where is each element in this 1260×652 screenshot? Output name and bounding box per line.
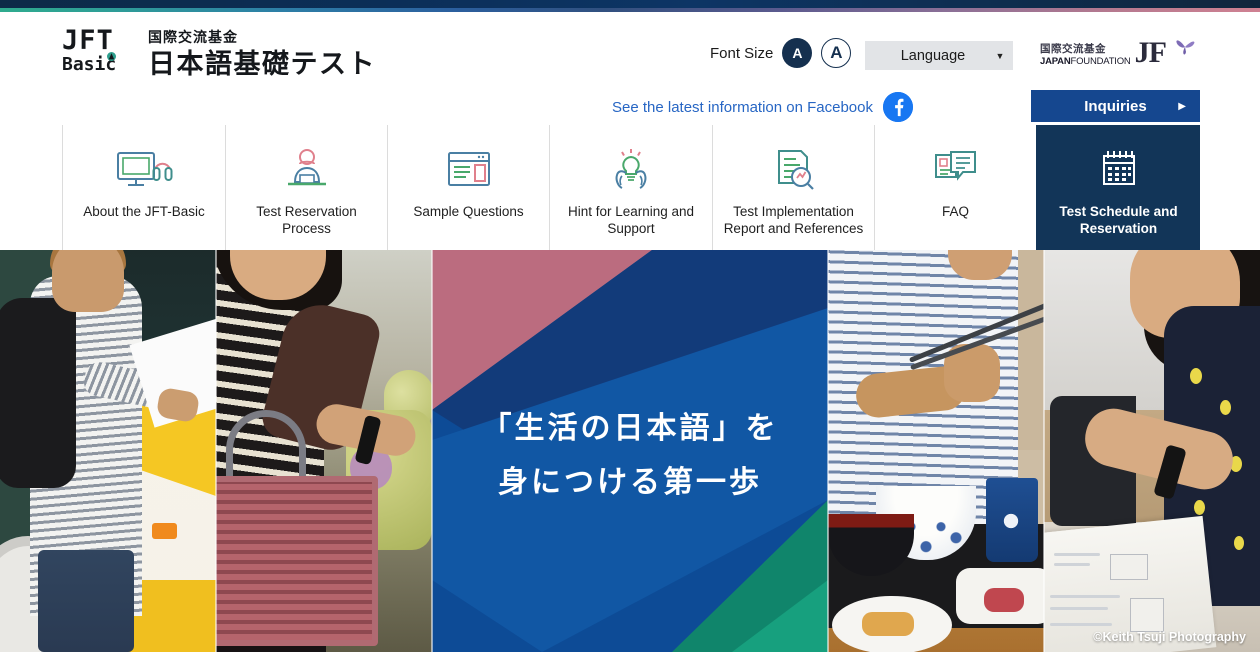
nav-item-label: Test Reservation Process	[256, 204, 357, 236]
nav-item-test-schedule[interactable]: Test Schedule and Reservation	[1036, 125, 1200, 250]
jf-monogram: JF	[1134, 36, 1167, 69]
hero-banner: 「生活の日本語」を 身につける第一歩 ©Keith Tsuji Photogra…	[0, 250, 1260, 652]
nav-item-faq[interactable]: FAQ	[874, 125, 1036, 250]
lightbulb-hands-icon	[607, 147, 655, 193]
hero-headline-line2: 身につける第一歩	[498, 466, 762, 499]
nav-item-hint-learning[interactable]: Hint for Learning and Support	[549, 125, 712, 250]
person-at-desk-icon	[283, 147, 331, 193]
chevron-right-icon: ▶	[1178, 100, 1186, 112]
nav-item-label: Test Implementation Report and Reference…	[723, 204, 864, 236]
facebook-link-label: See the latest information on Facebook	[612, 98, 873, 116]
browser-window-icon	[446, 147, 492, 193]
nav-item-label: FAQ	[941, 204, 969, 219]
nav-left-spacer	[0, 125, 62, 250]
hero-photo-meal	[828, 250, 1044, 652]
jft-basic-logomark: JFT Basic	[62, 25, 134, 80]
logo-accent-dot-icon	[107, 52, 116, 61]
language-select-label: Language	[900, 47, 966, 64]
nav-item-implementation-report[interactable]: Test Implementation Report and Reference…	[712, 125, 874, 250]
logo-japanese-text: 国際交流基金 日本語基礎テスト	[148, 28, 376, 80]
nav-item-about[interactable]: About the JFT-Basic	[62, 125, 225, 250]
site-header: JFT Basic 国際交流基金 日本語基礎テスト Font Size A A …	[0, 12, 1260, 125]
jf-logo-en-bold: JAPAN	[1040, 55, 1071, 67]
speech-bubbles-icon	[933, 147, 979, 193]
document-magnifier-icon	[771, 147, 817, 193]
site-logo[interactable]: JFT Basic 国際交流基金 日本語基礎テスト	[62, 25, 376, 80]
inquiries-button[interactable]: Inquiries ▶	[1031, 90, 1200, 122]
nav-right-spacer	[1200, 125, 1260, 250]
logo-jp-title: 日本語基礎テスト	[148, 49, 376, 79]
inquiries-button-label: Inquiries	[1084, 97, 1147, 115]
hero-photo-grocery	[216, 250, 432, 652]
logo-jft-text: JFT	[62, 25, 114, 56]
butterfly-icon	[1176, 40, 1195, 55]
font-size-small-button[interactable]: A	[782, 38, 813, 68]
logo-basic-text: Basic	[62, 52, 134, 76]
calendar-icon	[1097, 147, 1141, 193]
facebook-link[interactable]: See the latest information on Facebook	[612, 92, 913, 122]
hero-photo-bus	[0, 250, 216, 652]
nav-item-sample-questions[interactable]: Sample Questions	[387, 125, 549, 250]
logo-jp-foundation: 国際交流基金	[148, 29, 238, 45]
hero-graphic-panel: 「生活の日本語」を 身につける第一歩	[432, 250, 828, 652]
japan-foundation-logo[interactable]: 国際交流基金 JAPANFOUNDATION JF	[1040, 36, 1195, 69]
nav-item-label: Sample Questions	[413, 204, 524, 219]
main-navigation: About the JFT-Basic Test Reservation Pro…	[0, 125, 1260, 250]
hero-photo-study: ©Keith Tsuji Photography	[1044, 250, 1260, 652]
page-root: JFT Basic 国際交流基金 日本語基礎テスト Font Size A A …	[0, 0, 1260, 652]
jf-logo-text: 国際交流基金 JAPANFOUNDATION	[1040, 44, 1131, 66]
nav-item-reservation-process[interactable]: Test Reservation Process	[225, 125, 387, 250]
jf-logo-en: JAPANFOUNDATION	[1040, 55, 1131, 67]
font-size-control: Font Size A A	[710, 38, 852, 68]
jf-logo-jp: 国際交流基金	[1040, 43, 1106, 55]
monitor-headphones-icon	[115, 147, 173, 193]
facebook-icon	[883, 92, 913, 122]
top-accent-bar	[0, 0, 1260, 8]
font-size-label: Font Size	[710, 44, 774, 62]
photo-credit: ©Keith Tsuji Photography	[1093, 630, 1246, 644]
nav-item-label: About the JFT-Basic	[83, 204, 205, 219]
language-select[interactable]: Language ▼	[865, 41, 1013, 70]
chevron-down-icon: ▼	[995, 50, 1005, 61]
nav-item-label: Test Schedule and Reservation	[1059, 204, 1178, 236]
hero-headline: 「生活の日本語」を 身につける第一歩	[432, 402, 828, 510]
hero-headline-line1: 「生活の日本語」を	[481, 412, 779, 445]
nav-item-label: Hint for Learning and Support	[567, 204, 695, 236]
jf-logo-en-rest: FOUNDATION	[1070, 55, 1131, 67]
font-size-large-button[interactable]: A	[821, 38, 852, 68]
